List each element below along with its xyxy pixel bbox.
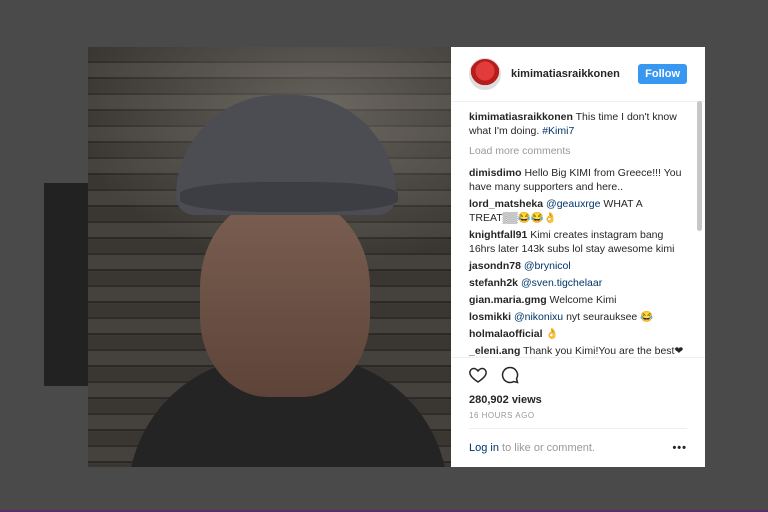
more-options-icon[interactable]: ••• [672, 442, 687, 454]
post-header: kimimatiasraikkonen Follow [451, 47, 705, 102]
comment-text: nyt seurauksee 😂 [566, 311, 654, 323]
comment-username[interactable]: jasondn78 [469, 260, 521, 272]
comment-item: losmikki @nikonixu nyt seurauksee 😂 [469, 310, 687, 324]
comment-item: gian.maria.gmg Welcome Kimi [469, 293, 687, 307]
caption-hashtag[interactable]: #Kimi7 [542, 125, 574, 137]
login-suffix: to like or comment. [502, 442, 595, 454]
comment-item: dimisdimo Hello Big KIMI from Greece!!! … [469, 166, 687, 194]
comment-mention[interactable]: @nikonixu [514, 311, 563, 323]
comment-username[interactable]: stefanh2k [469, 277, 518, 289]
post-actions: 280,902 views 16 HOURS AGO [451, 357, 705, 420]
comment-item: stefanh2k @sven.tigchelaar [469, 276, 687, 290]
heart-icon[interactable] [469, 366, 487, 388]
post-side-panel: kimimatiasraikkonen Follow kimimatiasrai… [451, 47, 705, 467]
comment-username[interactable]: holmalaofficial [469, 328, 543, 340]
adjacent-post-preview[interactable] [44, 183, 90, 386]
comment-mention[interactable]: @sven.tigchelaar [521, 277, 602, 289]
comment-text: 👌 [545, 328, 559, 340]
comment-item: knightfall91 Kimi creates instagram bang… [469, 228, 687, 256]
comment-username[interactable]: _eleni.ang [469, 345, 520, 357]
comment-username[interactable]: losmikki [469, 311, 511, 323]
follow-button[interactable]: Follow [638, 64, 687, 84]
login-link[interactable]: Log in [469, 442, 499, 454]
caption-username[interactable]: kimimatiasraikkonen [469, 111, 573, 123]
comment-item: jasondn78 @brynicol [469, 259, 687, 273]
caption: kimimatiasraikkonen This time I don't kn… [469, 110, 687, 138]
comment-item: holmalaofficial 👌 [469, 327, 687, 341]
comment-username[interactable]: gian.maria.gmg [469, 294, 547, 306]
post-timestamp: 16 HOURS AGO [469, 411, 535, 420]
comment-username[interactable]: lord_matsheka [469, 198, 543, 210]
cap-brim [180, 182, 398, 212]
comment-username[interactable]: dimisdimo [469, 167, 522, 179]
login-prompt: Log in to like or comment. ••• [469, 428, 687, 467]
header-username[interactable]: kimimatiasraikkonen [511, 68, 620, 80]
post-video[interactable] [88, 47, 451, 467]
comment-icon[interactable] [501, 366, 519, 389]
comment-item: _eleni.ang Thank you Kimi!You are the be… [469, 344, 687, 357]
load-more-comments-link[interactable]: Load more comments [469, 144, 687, 158]
comments-list: kimimatiasraikkonen This time I don't kn… [451, 102, 705, 357]
avatar[interactable] [469, 58, 501, 90]
comment-text: Welcome Kimi [549, 294, 617, 306]
post-modal: kimimatiasraikkonen Follow kimimatiasrai… [88, 47, 705, 467]
comment-username[interactable]: knightfall91 [469, 229, 527, 241]
comment-mention[interactable]: @geauxrge [546, 198, 600, 210]
view-count: 280,902 views [469, 394, 542, 406]
comment-items: dimisdimo Hello Big KIMI from Greece!!! … [469, 166, 687, 357]
comment-mention[interactable]: @brynicol [524, 260, 571, 272]
comment-item: lord_matsheka @geauxrge WHAT A TREAT▒▒😂😂… [469, 197, 687, 225]
person-face [200, 197, 370, 397]
